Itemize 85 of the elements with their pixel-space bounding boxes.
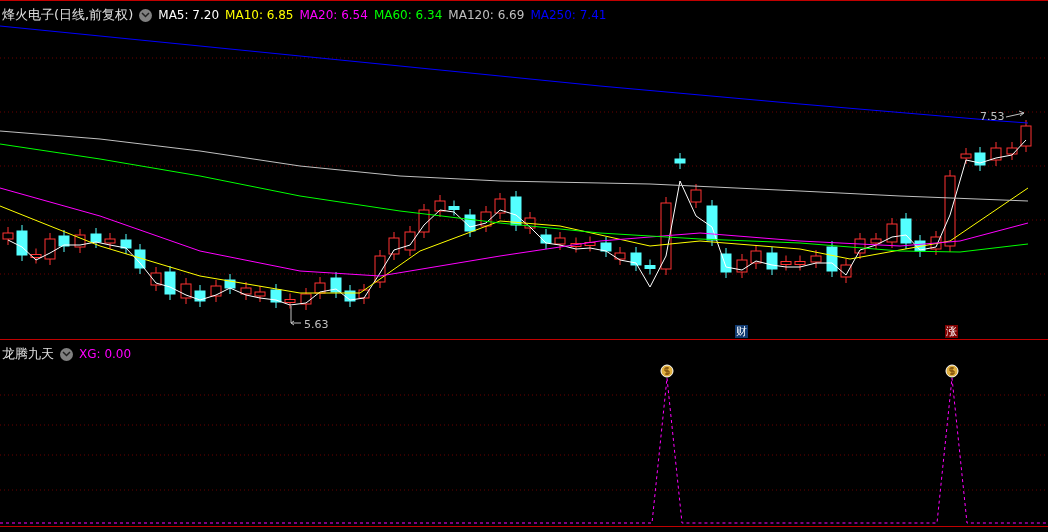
candlestick [210, 279, 222, 303]
candlestick [766, 246, 778, 276]
candlestick [404, 225, 416, 257]
candlestick [554, 231, 566, 251]
candlestick [284, 293, 296, 309]
candlestick [164, 265, 176, 301]
indicator-value: MA20: 6.54 [299, 7, 368, 24]
candlestick [16, 224, 28, 262]
arrow-icon [1005, 110, 1025, 118]
candlestick [300, 287, 312, 311]
indicator-value: XG: 0.00 [79, 346, 132, 363]
panel-title: 龙腾九天 [2, 345, 54, 364]
candlestick [388, 231, 400, 261]
candlestick [930, 230, 942, 256]
candlestick [736, 253, 748, 279]
indicator-value: MA60: 6.34 [373, 7, 443, 24]
arrow-icon [290, 305, 302, 326]
candlestick [374, 249, 386, 289]
candlestick [706, 199, 718, 247]
candlestick [358, 283, 370, 305]
candlestick [524, 211, 536, 235]
candlestick [600, 236, 612, 258]
money-bag-icon [660, 364, 674, 378]
candlestick [314, 276, 326, 300]
low-price-label: 5.63 [304, 317, 329, 333]
candlestick [30, 248, 42, 264]
indicator-value: MA5: 7.20 [158, 7, 220, 24]
candlestick [270, 283, 282, 309]
dropdown-icon[interactable] [139, 8, 153, 22]
candlestick [150, 266, 162, 292]
candlestick [120, 233, 132, 255]
candlestick [840, 258, 852, 284]
candlestick [134, 243, 146, 275]
dropdown-icon[interactable] [60, 347, 73, 361]
indicator-value: MA250: 7.41 [530, 7, 607, 24]
candlestick [418, 203, 430, 239]
candlestick [180, 277, 192, 305]
candlestick [344, 284, 356, 308]
candlestick [750, 244, 762, 270]
event-marker[interactable]: 涨 [945, 325, 958, 338]
candlestick [194, 284, 206, 308]
candlestick [570, 237, 582, 253]
candlestick [900, 212, 912, 250]
indicator-value: MA120: 6.69 [448, 7, 525, 24]
candlestick [1006, 141, 1018, 161]
candlestick [480, 205, 492, 233]
candlestick [810, 249, 822, 269]
candlestick [240, 281, 252, 301]
candlestick [448, 200, 460, 216]
panel-title: 烽火电子(日线,前复权) [2, 6, 134, 25]
candlestick [330, 271, 342, 299]
candlestick [780, 255, 792, 271]
candlestick [674, 152, 686, 170]
candlestick [464, 208, 476, 238]
candlestick [826, 240, 838, 278]
candlestick [584, 236, 596, 252]
high-price-label: 7.53 [980, 109, 1005, 125]
candlestick [960, 147, 972, 165]
candlestick [886, 217, 898, 249]
candlestick [914, 234, 926, 258]
candlestick [44, 232, 56, 266]
candlestick [854, 232, 866, 260]
candlestick [254, 285, 266, 303]
indicator-value: MA10: 6.85 [225, 7, 294, 24]
candlestick [720, 247, 732, 279]
event-marker[interactable]: 财 [735, 325, 748, 338]
candlestick [690, 183, 702, 209]
candlestick [630, 246, 642, 272]
candlestick [990, 141, 1002, 167]
candlestick [224, 273, 236, 295]
candlestick [1020, 119, 1032, 153]
candlestick [540, 228, 552, 250]
candlestick [494, 192, 506, 220]
candlestick [74, 228, 86, 254]
candlestick [614, 246, 626, 266]
candlestick [794, 255, 806, 271]
money-bag-icon [945, 364, 959, 378]
candlestick [644, 259, 656, 275]
candlestick [58, 229, 70, 253]
candlestick [974, 146, 986, 172]
candlestick [434, 194, 446, 218]
candlestick [90, 227, 102, 249]
candlestick [510, 190, 522, 232]
candlestick [104, 232, 116, 250]
candlestick [870, 232, 882, 250]
